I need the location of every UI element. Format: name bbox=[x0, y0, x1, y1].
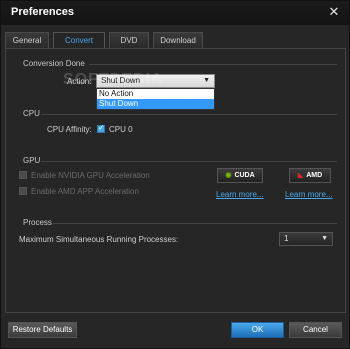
process-heading: Process bbox=[23, 218, 52, 227]
max-processes-select[interactable]: 1 ▼ bbox=[279, 232, 333, 246]
dropdown-option-no-action[interactable]: No Action bbox=[97, 89, 214, 99]
amd-badge: ◣ AMD bbox=[289, 168, 331, 183]
cpu-affinity-label: CPU Affinity: bbox=[47, 125, 92, 134]
action-dropdown-list: No Action Shut Down bbox=[96, 88, 215, 110]
cuda-badge: ◉ CUDA bbox=[217, 168, 263, 183]
learn-more-amd-link[interactable]: Learn more... bbox=[285, 190, 333, 199]
nvidia-acceleration-checkbox[interactable] bbox=[19, 171, 27, 179]
chevron-down-icon: ▼ bbox=[203, 77, 210, 84]
cpu0-label: CPU 0 bbox=[109, 125, 133, 134]
action-select-value: Shut Down bbox=[101, 76, 141, 85]
preferences-window: Preferences ✕ General Convert DVD Downlo… bbox=[0, 0, 350, 349]
amd-logo-icon: ◣ bbox=[297, 172, 304, 179]
divider bbox=[89, 64, 337, 65]
action-label: Action: bbox=[67, 77, 92, 86]
gpu-heading: GPU bbox=[23, 156, 41, 165]
window-title: Preferences bbox=[11, 6, 74, 18]
nvidia-acceleration-label: Enable NVIDIA GPU Acceleration bbox=[31, 171, 150, 180]
tab-general[interactable]: General bbox=[5, 32, 49, 49]
divider bbox=[53, 223, 337, 224]
learn-more-nvidia-link[interactable]: Learn more... bbox=[216, 190, 264, 199]
close-icon[interactable]: ✕ bbox=[327, 5, 341, 19]
divider bbox=[41, 114, 337, 115]
tab-dvd[interactable]: DVD bbox=[109, 32, 149, 49]
ok-button[interactable]: OK bbox=[231, 322, 284, 338]
max-processes-value: 1 bbox=[284, 234, 289, 243]
cpu0-checkbox[interactable] bbox=[97, 123, 105, 133]
action-select[interactable]: Shut Down ▼ bbox=[96, 74, 215, 88]
restore-defaults-button[interactable]: Restore Defaults bbox=[8, 322, 77, 338]
max-processes-label: Maximum Simultaneous Running Processes: bbox=[19, 235, 179, 244]
amd-acceleration-label: Enable AMD APP Acceleration bbox=[31, 187, 139, 196]
dropdown-option-shut-down[interactable]: Shut Down bbox=[97, 99, 214, 109]
cpu-heading: CPU bbox=[23, 109, 40, 118]
divider bbox=[41, 161, 337, 162]
conversion-done-heading: Conversion Done bbox=[23, 59, 85, 68]
amd-acceleration-checkbox[interactable] bbox=[19, 187, 27, 195]
chevron-down-icon: ▼ bbox=[321, 235, 328, 242]
title-bar: Preferences ✕ bbox=[1, 1, 349, 25]
nvidia-logo-icon: ◉ bbox=[225, 172, 232, 179]
tab-download[interactable]: Download bbox=[153, 32, 203, 49]
cancel-button[interactable]: Cancel bbox=[289, 322, 342, 338]
